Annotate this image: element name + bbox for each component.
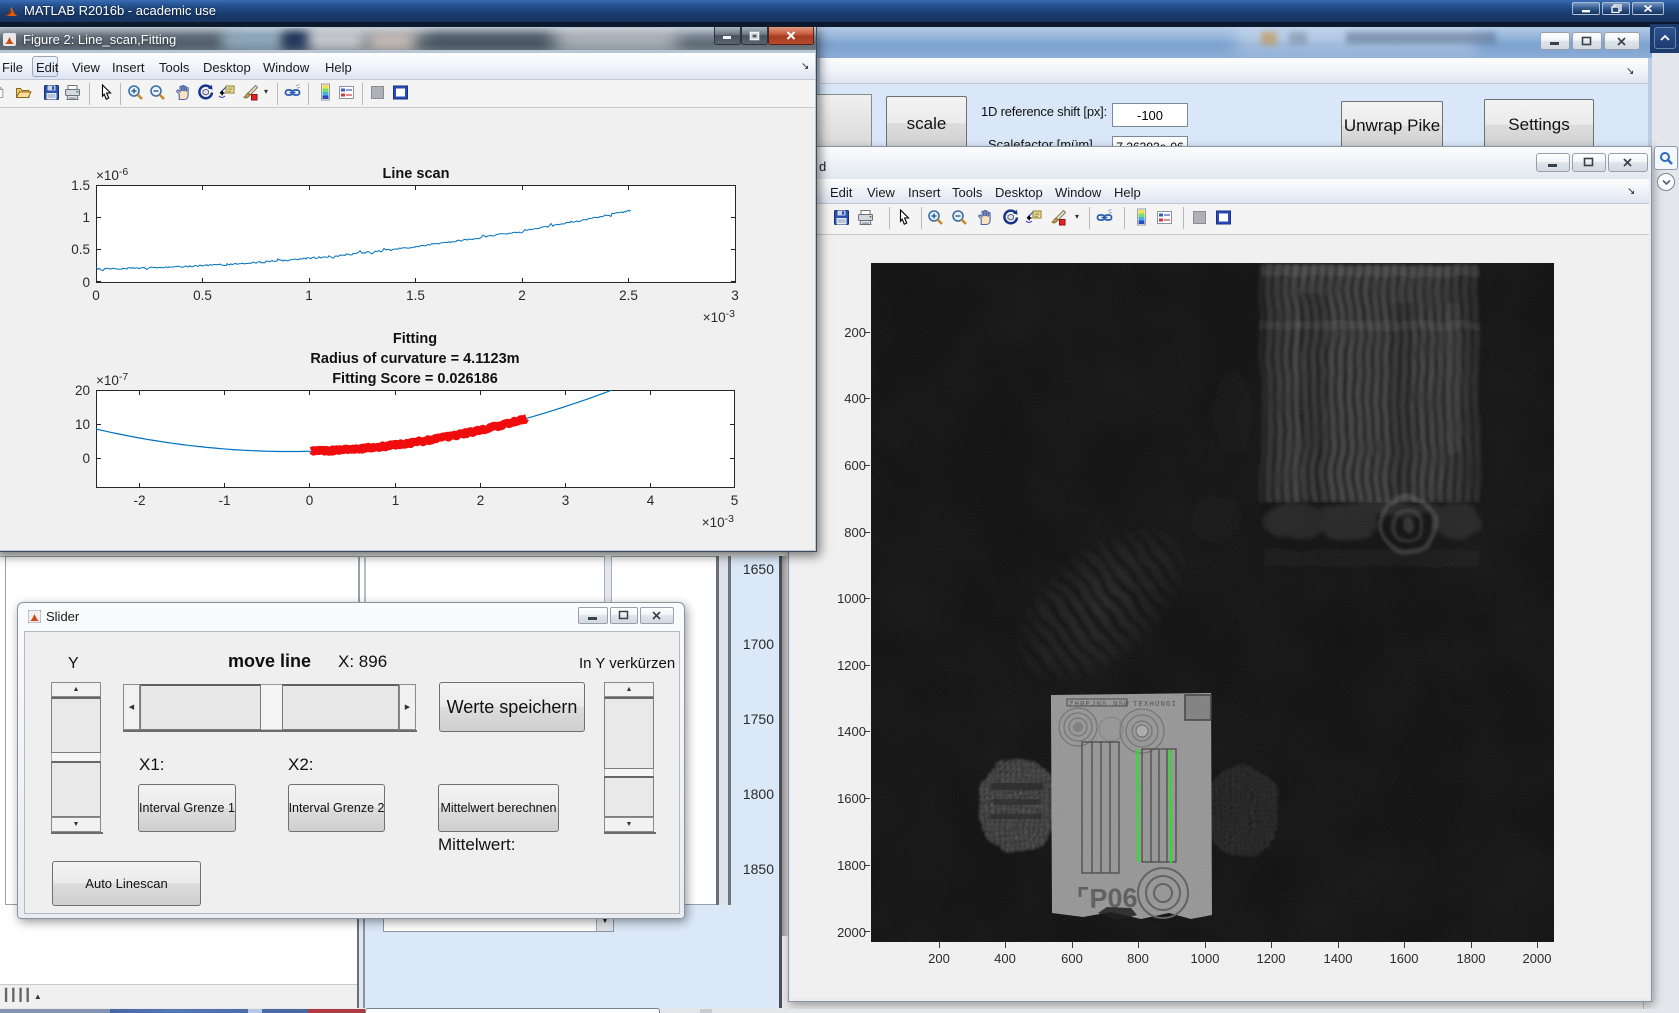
svg-text:0.5: 0.5 xyxy=(193,288,212,303)
svg-text:×10-7: ×10-7 xyxy=(96,371,128,388)
svg-text:Radius of curvature = 4.1123m: Radius of curvature = 4.1123m xyxy=(310,351,519,367)
svg-text:Fitting: Fitting xyxy=(393,331,437,347)
svg-text:-1: -1 xyxy=(218,493,230,508)
svg-text:×10-3: ×10-3 xyxy=(702,513,734,530)
svg-text:3: 3 xyxy=(562,493,570,508)
svg-text:1.5: 1.5 xyxy=(71,178,90,193)
svg-text:0: 0 xyxy=(82,275,90,290)
svg-text:-2: -2 xyxy=(133,493,145,508)
svg-text:20: 20 xyxy=(75,383,90,398)
svg-text:2: 2 xyxy=(518,288,526,303)
svg-text:4: 4 xyxy=(647,493,655,508)
svg-text:0: 0 xyxy=(92,288,100,303)
svg-text:10: 10 xyxy=(75,417,90,432)
svg-text:×10-3: ×10-3 xyxy=(703,308,735,325)
svg-text:2.5: 2.5 xyxy=(619,288,638,303)
svg-text:1: 1 xyxy=(305,288,313,303)
svg-text:1: 1 xyxy=(392,493,400,508)
svg-text:×10-6: ×10-6 xyxy=(96,166,128,183)
svg-text:0: 0 xyxy=(82,451,90,466)
svg-text:1.5: 1.5 xyxy=(406,288,425,303)
svg-text:3: 3 xyxy=(731,288,739,303)
svg-text:Line scan: Line scan xyxy=(383,166,450,182)
svg-text:1: 1 xyxy=(82,210,90,225)
svg-text:0: 0 xyxy=(306,493,314,508)
svg-text:2: 2 xyxy=(477,493,485,508)
svg-text:5: 5 xyxy=(731,493,739,508)
svg-text:0.5: 0.5 xyxy=(71,242,90,257)
svg-text:Fitting Score = 0.026186: Fitting Score = 0.026186 xyxy=(332,371,498,387)
